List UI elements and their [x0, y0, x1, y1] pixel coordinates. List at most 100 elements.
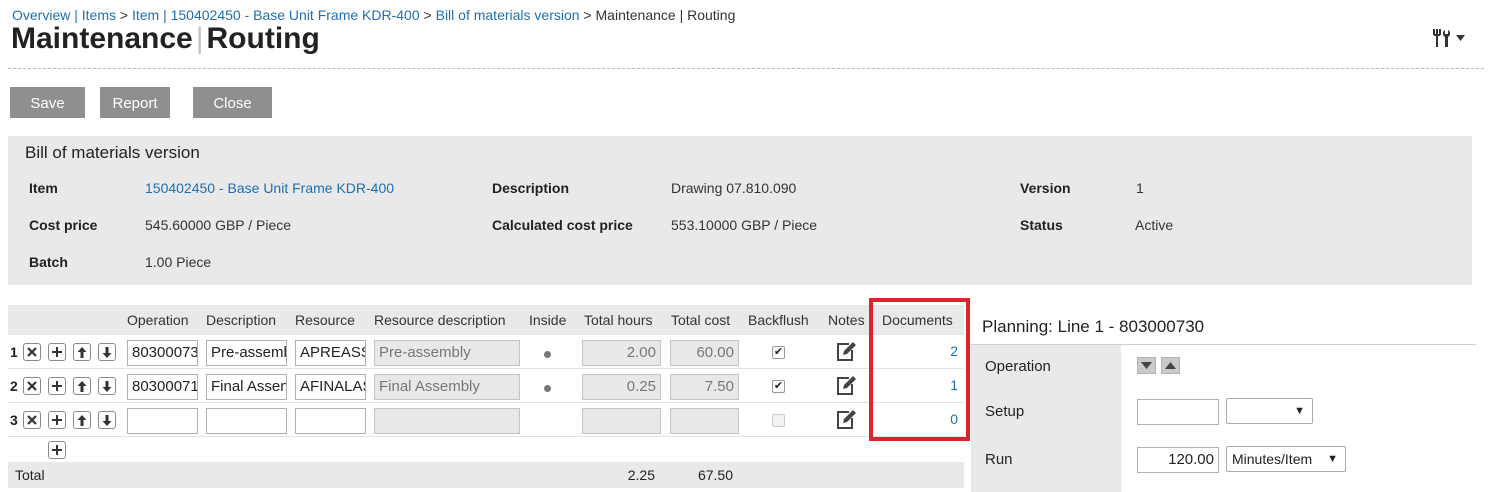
previous-operation-button[interactable] — [1161, 357, 1180, 374]
report-button[interactable]: Report — [100, 87, 170, 118]
run-unit-select[interactable]: Minutes/Item ▼ — [1226, 446, 1346, 472]
version-value: 1 — [1136, 180, 1144, 196]
move-down-icon — [102, 414, 112, 426]
add-icon — [52, 415, 62, 425]
total-cost-value: 67.50 — [697, 467, 733, 483]
delete-row-button[interactable] — [23, 411, 41, 429]
notes-edit-icon — [837, 410, 856, 429]
add-icon — [52, 381, 62, 391]
move-down-icon — [102, 380, 112, 392]
batch-value: 1.00 Piece — [145, 254, 212, 270]
move-up-button[interactable] — [73, 377, 91, 395]
resource-input[interactable] — [295, 408, 366, 434]
setup-label: Setup — [985, 403, 1025, 420]
page-title-part1: Maintenance — [11, 22, 193, 55]
breadcrumb-item[interactable]: Item | 150402450 - Base Unit Frame KDR-4… — [132, 7, 420, 23]
inside-indicator — [544, 385, 551, 392]
insert-row-button[interactable] — [48, 411, 66, 429]
move-down-button[interactable] — [98, 343, 116, 361]
move-up-button[interactable] — [73, 343, 91, 361]
resource-description-field: Pre-assembly — [374, 340, 520, 366]
move-down-icon — [102, 346, 112, 358]
operation-input[interactable] — [127, 408, 198, 434]
col-total-cost: Total cost — [671, 312, 731, 328]
row-number: 2 — [10, 378, 18, 394]
breadcrumb-current: Maintenance | Routing — [595, 7, 736, 23]
run-input[interactable]: 120.00 — [1137, 447, 1219, 473]
description-input[interactable]: Final Assen — [206, 374, 287, 400]
operation-input[interactable]: 80300073 — [127, 340, 198, 366]
cost-price-value: 545.60000 GBP / Piece — [145, 217, 292, 233]
close-button[interactable]: Close — [193, 87, 272, 118]
breadcrumb-bom-version[interactable]: Bill of materials version — [436, 7, 580, 23]
description-value: Drawing 07.810.090 — [671, 180, 797, 196]
run-unit-value: Minutes/Item — [1232, 451, 1313, 467]
routing-row: 1 80300073 Pre-assemb APREASS Pre-assemb… — [8, 335, 964, 369]
total-hours-field: 2.00 — [582, 340, 661, 366]
notes-button[interactable] — [835, 409, 857, 431]
routing-row: 2 80300071 Final Assen AFINALAS Final As… — [8, 369, 964, 403]
col-resource-description: Resource description — [374, 312, 506, 328]
delete-icon — [27, 347, 37, 357]
row-number: 1 — [10, 344, 18, 360]
breadcrumb-separator: > — [116, 7, 132, 23]
breadcrumb-overview-items[interactable]: Overview | Items — [12, 7, 116, 23]
status-value: Active — [1135, 217, 1174, 233]
delete-icon — [27, 415, 37, 425]
operation-input[interactable]: 80300071 — [127, 374, 198, 400]
status-label: Status — [1020, 217, 1063, 233]
description-input[interactable]: Pre-assemb — [206, 340, 287, 366]
next-operation-button[interactable] — [1137, 357, 1156, 374]
move-up-button[interactable] — [73, 411, 91, 429]
inside-indicator — [544, 351, 551, 358]
description-input[interactable] — [206, 408, 287, 434]
breadcrumb-separator: > — [579, 7, 596, 23]
resource-description-field: Final Assembly — [374, 374, 520, 400]
cost-price-label: Cost price — [29, 217, 98, 233]
col-resource: Resource — [295, 312, 355, 328]
description-label: Description — [492, 180, 570, 196]
total-row: Total 2.25 67.50 — [8, 462, 964, 488]
total-label: Total — [15, 467, 45, 483]
planning-title: Planning: Line 1 - 803000730 — [982, 317, 1205, 336]
move-up-icon — [77, 414, 87, 426]
total-hours-value: 2.25 — [627, 467, 655, 483]
backflush-checkbox[interactable]: ✔ — [772, 346, 785, 359]
triangle-up-icon — [1165, 362, 1176, 369]
delete-row-button[interactable] — [23, 377, 41, 395]
insert-row-button[interactable] — [48, 377, 66, 395]
total-cost-field: 7.50 — [670, 374, 739, 400]
routing-table-header: Operation Description Resource Resource … — [8, 305, 964, 335]
setup-unit-select[interactable]: ▼ — [1226, 398, 1313, 424]
total-cost-field — [670, 408, 739, 434]
resource-input[interactable]: AFINALAS — [295, 374, 366, 400]
chevron-down-icon: ▼ — [1294, 405, 1305, 417]
breadcrumb-separator: > — [419, 7, 436, 23]
resource-description-field — [374, 408, 520, 434]
notes-edit-icon — [837, 376, 856, 395]
setup-input[interactable] — [1137, 399, 1219, 425]
tools-menu-button[interactable] — [1432, 26, 1470, 50]
move-down-button[interactable] — [98, 377, 116, 395]
move-down-button[interactable] — [98, 411, 116, 429]
move-up-icon — [77, 346, 87, 358]
chevron-down-icon — [1456, 35, 1465, 41]
backflush-checkbox[interactable] — [772, 414, 785, 427]
run-label: Run — [985, 451, 1013, 468]
resource-input[interactable]: APREASS — [295, 340, 366, 366]
save-button[interactable]: Save — [10, 87, 85, 118]
triangle-down-icon — [1141, 362, 1152, 369]
routing-row: 3 0 — [8, 403, 964, 437]
bom-panel-heading: Bill of materials version — [25, 143, 200, 162]
col-backflush: Backflush — [748, 312, 809, 328]
notes-button[interactable] — [835, 375, 857, 397]
delete-row-button[interactable] — [23, 343, 41, 361]
calculated-cost-value: 553.10000 GBP / Piece — [671, 217, 818, 233]
insert-row-button[interactable] — [48, 343, 66, 361]
col-operation: Operation — [127, 312, 189, 328]
notes-button[interactable] — [835, 341, 857, 363]
item-link[interactable]: 150402450 - Base Unit Frame KDR-400 — [145, 180, 394, 196]
col-notes: Notes — [828, 312, 865, 328]
add-row-button[interactable] — [48, 441, 66, 459]
backflush-checkbox[interactable]: ✔ — [772, 380, 785, 393]
